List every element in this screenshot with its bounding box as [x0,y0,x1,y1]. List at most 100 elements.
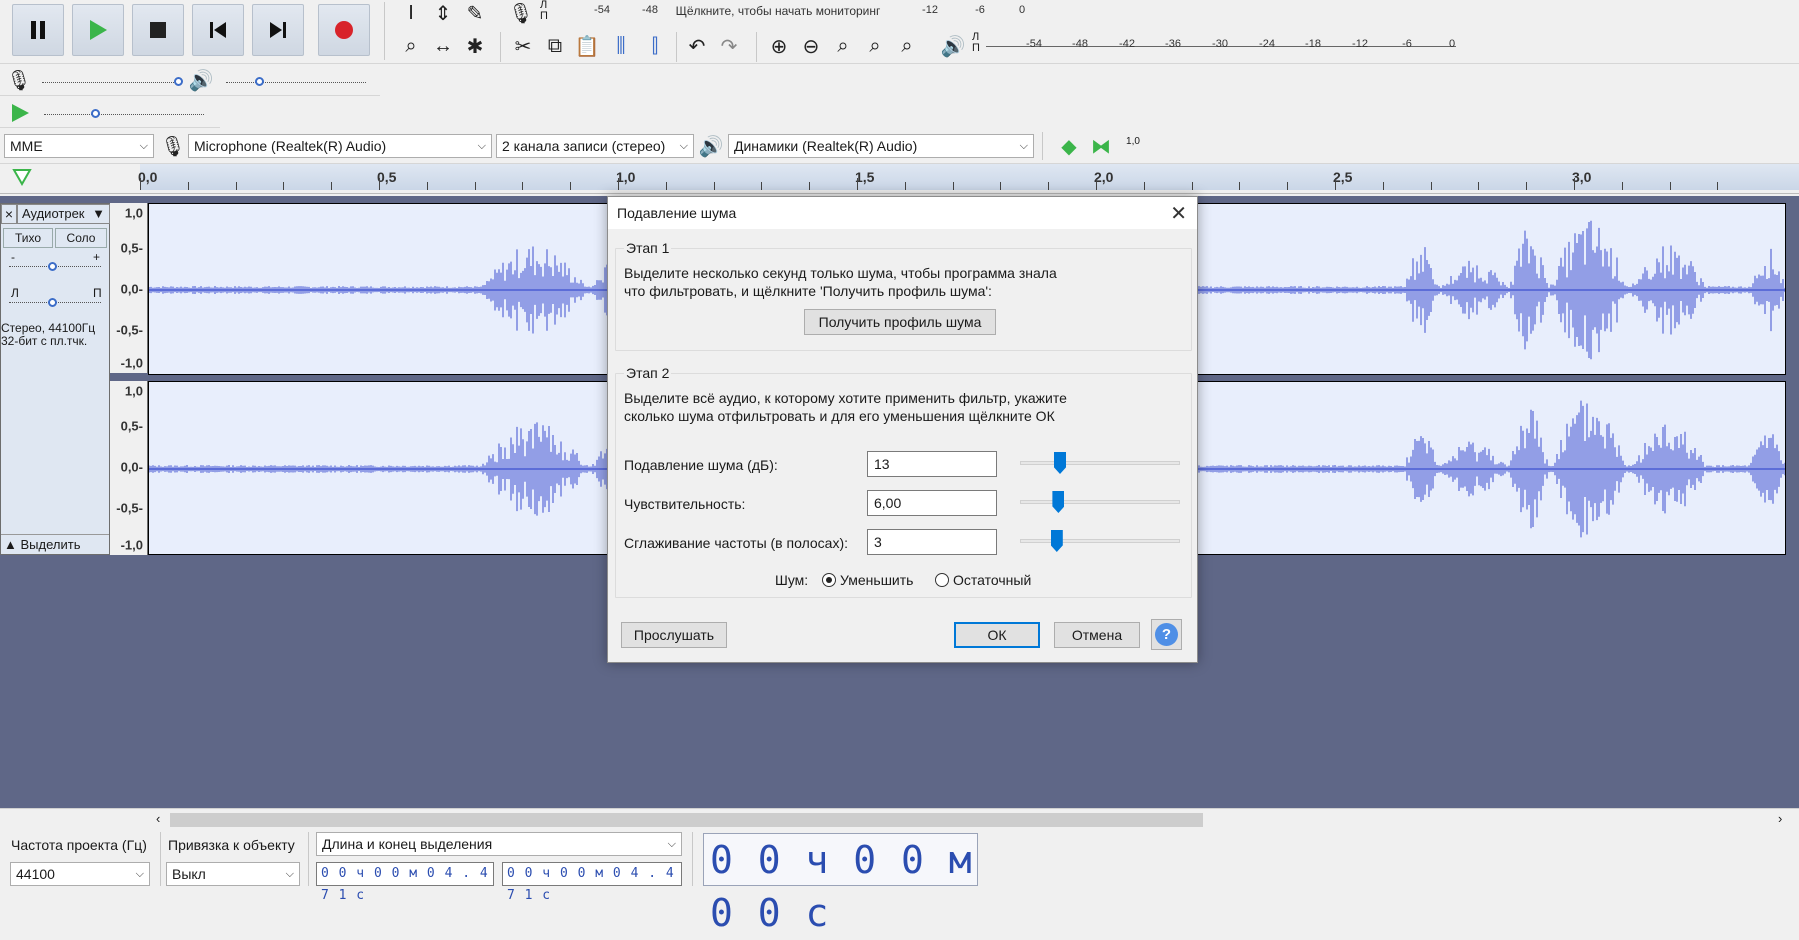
selection-start-time[interactable]: 0 0 ч 0 0 м 0 4 . 4 7 1 с [316,862,494,903]
ruler-tick [761,182,763,190]
silence-icon[interactable]: ⫿ [640,33,670,59]
record-volume-slider[interactable] [42,82,182,84]
playback-meter[interactable]: -54 -48 -42 -36 -30 -24 -18 -12 -6 0 [986,38,1456,52]
residual-option-label[interactable]: Остаточный [953,571,1031,589]
play-tick: -36 [1165,38,1181,50]
get-noise-profile-button[interactable]: Получить профиль шума [804,309,996,335]
play-tick: -24 [1259,38,1275,50]
scrub-icon[interactable]: ◆ [1054,133,1084,159]
select-track-button[interactable]: ▲ Выделить [1,534,109,554]
zoom-toggle-icon[interactable]: ⌕ [892,33,922,59]
undo-icon[interactable]: ↶ [682,33,712,59]
residual-radio[interactable] [935,573,949,587]
channels-value: 2 канала записи (стерео) [502,138,666,154]
ok-button[interactable]: ОК [954,622,1040,648]
project-rate-select[interactable]: 44100 ⌵ [10,862,150,886]
frequency-smoothing-slider-thumb[interactable] [1050,530,1063,552]
noise-reduction-input[interactable]: 13 [867,451,997,477]
ruler-tick [1335,178,1336,190]
ruler-tick [1478,182,1480,190]
ruler-tick [618,178,619,190]
horizontal-scrollbar[interactable]: ‹ › [0,808,1799,830]
timeline-options-icon[interactable] [12,168,32,186]
paste-icon[interactable]: 📋 [572,33,602,59]
record-volume-knob[interactable] [174,77,183,86]
selection-tool-icon[interactable]: I [396,0,426,26]
skip-end-button[interactable] [252,4,304,56]
help-glyph: ? [1161,626,1172,643]
trim-icon[interactable]: ⫼ [606,33,636,59]
draw-tool-icon[interactable]: ✎ [460,0,490,26]
help-button[interactable]: ? [1151,619,1182,650]
ruler-tick [1669,182,1671,190]
pause-button[interactable] [12,4,64,56]
pan-knob[interactable] [48,298,57,307]
fit-project-icon[interactable]: ⌕ [860,33,890,59]
preview-button[interactable]: Прослушать [621,622,727,648]
play-tick: -48 [1072,38,1088,50]
scroll-right-icon[interactable]: › [1778,811,1782,826]
selection-mode-select[interactable]: Длина и конец выделения ⌵ [316,832,682,856]
skip-start-button[interactable] [192,4,244,56]
zoom-tool-icon[interactable]: ⌕ [396,33,426,59]
rec-tick: -12 [922,4,938,16]
fit-selection-icon[interactable]: ⌕ [828,33,858,59]
host-select[interactable]: MME ⌵ [4,134,154,158]
track-menu-button[interactable]: Аудиотрек ▼ [17,204,110,224]
stop-button[interactable] [132,4,184,56]
playback-device-select[interactable]: Динамики (Realtek(R) Audio) ⌵ [728,134,1034,158]
solo-button[interactable]: Соло [55,228,107,248]
close-icon[interactable]: ✕ [1170,201,1187,226]
record-monitor-hint: Щёлкните, чтобы начать мониторинг [675,4,881,18]
triangle-down-icon: ▼ [92,206,105,221]
snap-select[interactable]: Выкл ⌵ [166,862,300,886]
sensitivity-slider[interactable] [1020,500,1180,504]
playback-volume-slider[interactable] [226,82,366,84]
scrollbar-thumb[interactable] [170,813,1203,827]
amp-label: -1,0 [120,537,143,553]
timeshift-tool-icon[interactable]: ↔ [428,33,458,59]
envelope-tool-icon[interactable]: ⇕ [428,0,458,26]
chevron-down-icon: ⌵ [285,868,294,880]
gain-knob[interactable] [48,262,57,271]
speed-slider[interactable] [44,114,204,116]
play-at-speed-icon[interactable] [10,103,30,123]
scroll-left-icon[interactable]: ‹ [156,811,160,826]
noise-reduction-value: 13 [874,456,890,472]
zoom-in-icon[interactable]: ⊕ [764,33,794,59]
amp-label: 0,5- [120,418,143,434]
frequency-smoothing-input[interactable]: 3 [867,529,997,555]
playback-volume-knob[interactable] [255,77,264,86]
recording-device-select[interactable]: Microphone (Realtek(R) Audio) ⌵ [188,134,492,158]
redo-icon[interactable]: ↷ [714,33,744,59]
reduce-radio[interactable] [822,573,836,587]
reduce-option-label[interactable]: Уменьшить [840,571,913,589]
speed-knob[interactable] [91,109,100,118]
sensitivity-input[interactable]: 6,00 [867,490,997,516]
copy-icon[interactable]: ⧉ [540,33,570,59]
frequency-smoothing-slider[interactable] [1020,539,1180,543]
select-label: Выделить [20,537,81,552]
mute-button[interactable]: Тихо [3,228,53,248]
noise-reduction-slider[interactable] [1020,461,1180,465]
pause-icon [31,21,45,39]
audio-position-display[interactable]: 0 0 ч 0 0 м 0 0 с [703,833,978,935]
channels-select[interactable]: 2 канала записи (стерео) ⌵ [496,134,694,158]
record-button[interactable] [318,4,370,56]
zoom-out-icon[interactable]: ⊖ [796,33,826,59]
cut-icon[interactable]: ✂ [508,33,538,59]
cancel-button[interactable]: Отмена [1054,622,1140,648]
noise-reduction-slider-thumb[interactable] [1054,452,1066,474]
selection-end-time[interactable]: 0 0 ч 0 0 м 0 4 . 4 7 1 с [502,862,682,903]
timeline-ruler[interactable]: 0,0 0,5 1,0 1,5 2,0 2,5 3,0 [0,164,1799,194]
speed-button[interactable]: 1,0 [1120,136,1146,158]
playback-meter-speaker-icon[interactable]: 🔊 [938,33,968,59]
seek-icon[interactable]: ⧓ [1086,133,1116,159]
sensitivity-slider-thumb[interactable] [1052,491,1065,513]
multi-tool-icon[interactable]: ✱ [460,33,490,59]
record-meter-mic-icon[interactable]: 🎙 [506,0,536,26]
step2-group: Этап 2 Выделите всё аудио, к которому хо… [615,365,1192,598]
record-meter[interactable]: -54 -48 Щёлкните, чтобы начать мониторин… [552,4,1025,18]
play-button[interactable] [72,4,124,56]
close-track-button[interactable]: × [1,204,17,224]
